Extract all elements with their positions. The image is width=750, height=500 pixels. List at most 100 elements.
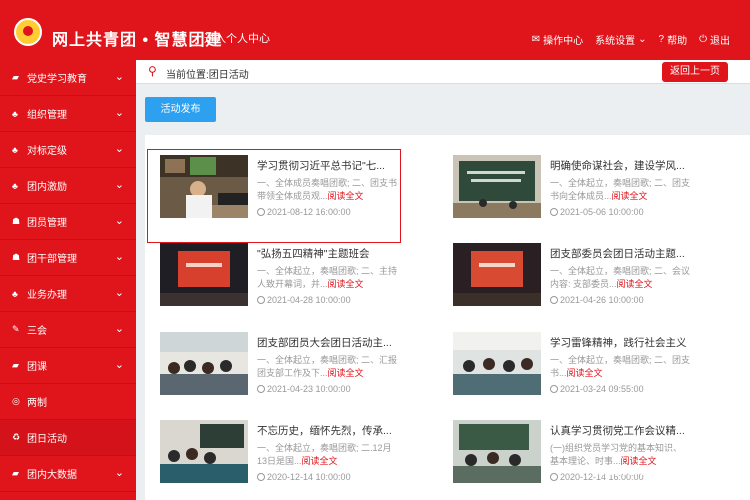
chevron-down-icon: ⌄ — [114, 107, 124, 119]
sidebar-item-business[interactable]: ♣ 业务办理 ⌄ — [0, 276, 136, 312]
activity-thumbnail[interactable] — [453, 155, 541, 218]
activity-thumbnail[interactable] — [453, 332, 541, 395]
help-button[interactable]: ? 帮助 — [659, 32, 688, 47]
clock-icon — [257, 473, 265, 481]
activity-card[interactable]: 不忘历史，缅怀先烈，传承... 一、全体起立，奏唱团歌; 二.12月13日是国.… — [150, 420, 410, 500]
sidebar-item-party-history[interactable]: ▰ 党史学习教育 ⌄ — [0, 60, 136, 96]
activity-thumbnail[interactable] — [453, 420, 541, 483]
org-icon: ♣ — [12, 144, 18, 155]
activity-date: 2021-05-06 10:00:00 — [550, 207, 644, 217]
chevron-down-icon: ⌄ — [114, 467, 124, 479]
read-more-link[interactable]: 阅读全文 — [567, 368, 603, 378]
sidebar-item-org-management[interactable]: ♣ 组织管理 ⌄ — [0, 96, 136, 132]
activity-summary: 一、全体起立，奏唱团歌; 二、汇报团支部工作及下...阅读全文 — [257, 355, 397, 378]
activity-card[interactable]: 明确使命谋社会，建设学风... 一、全体起立，奏唱团歌; 二、团支书向全体成员.… — [443, 155, 703, 235]
folder-icon: ▰ — [12, 468, 19, 478]
sidebar-item-two-systems[interactable]: ◎ 两制 — [0, 384, 136, 420]
activity-title[interactable]: 团支部委员会团日活动主题... — [550, 246, 690, 261]
sidebar-item-big-data[interactable]: ▰ 团内大数据 ⌄ — [0, 456, 136, 492]
help-icon: ? — [658, 34, 665, 45]
operation-center-button[interactable]: ✉ 操作中心 — [532, 32, 583, 47]
sidebar-item-three-meetings[interactable]: ✎ 三会 ⌄ — [0, 312, 136, 348]
sidebar-item-cadre-management[interactable]: ☗ 团干部管理 ⌄ — [0, 240, 136, 276]
activity-card[interactable]: 团支部委员会团日活动主题... 一、全体起立，奏唱团歌; 二、会议内容: 支部委… — [443, 243, 703, 323]
activity-thumbnail[interactable] — [160, 155, 248, 218]
activity-title[interactable]: 学习雷锋精神，践行社会主义 — [550, 335, 690, 350]
activity-card[interactable]: 团支部团员大会团日活动主... 一、全体起立，奏唱团歌; 二、汇报团支部工作及下… — [150, 332, 410, 412]
read-more-link[interactable]: 阅读全文 — [328, 191, 364, 201]
site-title: 网上共青团 • 智慧团建 — [52, 32, 223, 49]
clock-icon — [550, 385, 558, 393]
sidebar-item-incentive[interactable]: ♣ 团内激励 ⌄ — [0, 168, 136, 204]
activity-title[interactable]: 团支部团员大会团日活动主... — [257, 335, 397, 350]
activity-summary: 一、全体起立，奏唱团歌; 二、团支书向全体成员...阅读全文 — [550, 178, 690, 201]
read-more-link[interactable]: 阅读全文 — [612, 191, 648, 201]
activity-thumbnail[interactable] — [160, 332, 248, 395]
clock-icon — [257, 296, 265, 304]
activity-list: 学习贯彻习近平总书记"七... 一、全体成员奏唱团歌; 二、团支书带领全体成员观… — [145, 135, 750, 500]
activity-date: 2021-04-26 10:00:00 — [550, 295, 644, 305]
org-icon: ♣ — [12, 108, 18, 119]
clock-icon — [550, 208, 558, 216]
back-button[interactable]: 返回上一页 — [662, 62, 728, 82]
activity-date: 2020-12-14 10:00:00 — [257, 472, 351, 482]
activity-thumbnail[interactable] — [453, 243, 541, 306]
read-more-link[interactable]: 阅读全文 — [328, 368, 364, 378]
clock-icon — [257, 208, 265, 216]
folder-icon: ▰ — [12, 360, 19, 370]
league-logo-icon — [14, 18, 42, 46]
chevron-down-icon: ⌄ — [114, 323, 124, 335]
activity-date: 2021-04-23 10:00:00 — [257, 384, 351, 394]
clock-icon — [257, 385, 265, 393]
activity-title[interactable]: 不忘历史，缅怀先烈，传承... — [257, 423, 397, 438]
sidebar-item-league-day[interactable]: ♻ 团日活动 — [0, 420, 136, 456]
mail-icon: ✉ — [531, 34, 541, 45]
activity-card[interactable]: "弘扬五四精神"主题班会 一、全体起立，奏唱团歌; 二、主持人致开幕词，并...… — [150, 243, 410, 323]
top-actions: ✉ 操作中心 系统设置 ⌄ ? 帮助 ⏻ 退出 — [532, 32, 730, 47]
power-icon: ⏻ — [699, 34, 707, 45]
users-icon: ☗ — [12, 252, 21, 262]
activity-date: 2021-03-24 09:55:00 — [550, 384, 644, 394]
activity-summary: 一、全体起立，奏唱团歌; 二.12月13日是国...阅读全文 — [257, 443, 392, 466]
activity-title[interactable]: 认真学习贯彻党工作会议精... — [550, 423, 690, 438]
chevron-down-icon: ⌄ — [114, 179, 124, 191]
sidebar-item-league-class[interactable]: ▰ 团课 ⌄ — [0, 348, 136, 384]
users-icon: ☗ — [12, 216, 21, 226]
activity-thumbnail[interactable] — [160, 243, 248, 306]
system-settings-button[interactable]: 系统设置 ⌄ — [595, 32, 646, 47]
activity-card[interactable]: 学习贯彻习近平总书记"七... 一、全体成员奏唱团歌; 二、团支书带领全体成员观… — [147, 149, 410, 243]
read-more-link[interactable]: 阅读全文 — [617, 279, 653, 289]
activity-card[interactable]: 认真学习贯彻党工作会议精... (一)组织党员学习党的基本知识、基本理论、时事.… — [443, 420, 703, 500]
org-icon: ♣ — [12, 180, 18, 191]
read-more-link[interactable]: 阅读全文 — [302, 456, 338, 466]
activity-summary: 一、全体起立，奏唱团歌; 二、团支书...阅读全文 — [550, 355, 690, 378]
activity-card[interactable]: 学习雷锋精神，践行社会主义 一、全体起立，奏唱团歌; 二、团支书...阅读全文 … — [443, 332, 703, 412]
sidebar: ▰ 党史学习教育 ⌄ ♣ 组织管理 ⌄ ♣ 对标定级 ⌄ ♣ 团内激励 ⌄ ☗ 团员管理 ⌄ ☗ 团干… — [0, 60, 136, 500]
sidebar-item-benchmarking[interactable]: ♣ 对标定级 ⌄ — [0, 132, 136, 168]
personal-center-link[interactable]: 进入个人中心 — [204, 30, 270, 46]
edit-icon: ✎ — [12, 324, 20, 334]
recycle-icon: ♻ — [12, 432, 21, 442]
publish-activity-button[interactable]: 活动发布 — [145, 97, 216, 122]
activity-title[interactable]: "弘扬五四精神"主题班会 — [257, 246, 397, 261]
breadcrumb: ⚲ 当前位置:团日活动 返回上一页 — [136, 60, 750, 84]
chevron-down-icon: ⌄ — [638, 34, 647, 45]
activity-thumbnail[interactable] — [160, 420, 248, 483]
activity-title[interactable]: 明确使命谋社会，建设学风... — [550, 158, 690, 173]
top-bar: 网上共青团 • 智慧团建 进入个人中心 ✉ 操作中心 系统设置 ⌄ ? 帮助 ⏻ 退出 — [0, 0, 750, 60]
activity-summary: 一、全体成员奏唱团歌; 二、团支书带领全体成员观...阅读全文 — [257, 178, 397, 201]
activity-title[interactable]: 学习贯彻习近平总书记"七... — [257, 158, 397, 173]
logout-button[interactable]: ⏻ 退出 — [699, 32, 730, 47]
activity-date: 2021-04-28 10:00:00 — [257, 295, 351, 305]
chevron-down-icon: ⌄ — [114, 143, 124, 155]
watermark: www.utq.edu.cn — [593, 462, 730, 479]
activity-date: 2021-08-12 16:00:00 — [257, 207, 351, 217]
read-more-link[interactable]: 阅读全文 — [328, 279, 364, 289]
chevron-down-icon: ⌄ — [114, 359, 124, 371]
clock-icon — [550, 296, 558, 304]
activity-summary: 一、全体起立，奏唱团歌; 二、主持人致开幕词，并...阅读全文 — [257, 266, 397, 289]
chevron-down-icon: ⌄ — [114, 251, 124, 263]
clock-icon — [550, 473, 558, 481]
sidebar-item-member-management[interactable]: ☗ 团员管理 ⌄ — [0, 204, 136, 240]
circle-icon: ◎ — [12, 396, 20, 406]
